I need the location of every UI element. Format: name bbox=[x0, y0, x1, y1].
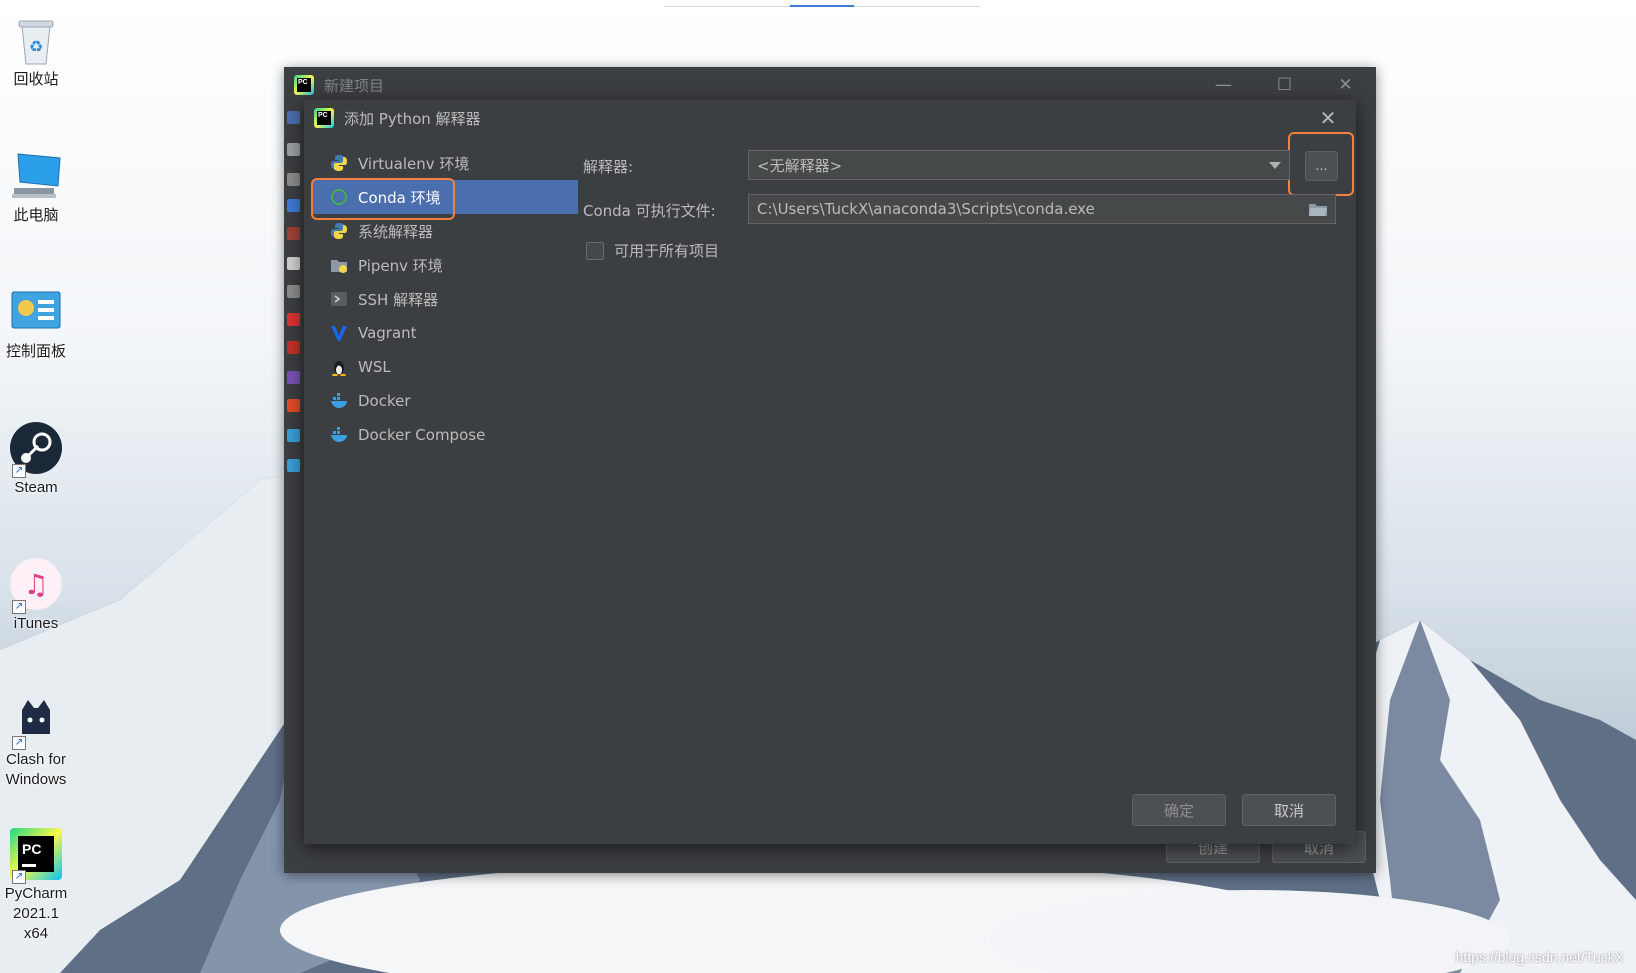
maximize-button[interactable]: ☐ bbox=[1254, 67, 1315, 103]
conda-icon bbox=[330, 188, 348, 206]
conda-exe-label: Conda 可执行文件: bbox=[583, 202, 716, 220]
make-available-label: 可用于所有项目 bbox=[614, 242, 720, 260]
conda-exe-value: C:\Users\TuckX\anaconda3\Scripts\conda.e… bbox=[757, 200, 1095, 218]
dialog-close-button[interactable]: ✕ bbox=[1314, 104, 1342, 132]
make-available-checkbox[interactable] bbox=[586, 241, 604, 260]
menu-item-ssh[interactable]: SSH 解释器 bbox=[312, 282, 578, 316]
svg-text:♻: ♻ bbox=[29, 37, 43, 56]
menu-item-label: Conda 环境 bbox=[358, 188, 441, 207]
menu-item-docker-compose[interactable]: Docker Compose bbox=[312, 418, 578, 452]
html5-icon[interactable] bbox=[287, 399, 300, 412]
shortcut-arrow-icon: ↗ bbox=[12, 600, 26, 614]
interpreter-combobox-value: <无解释器> bbox=[757, 156, 843, 175]
desktop-icon-this-pc[interactable]: 此电脑 bbox=[0, 148, 72, 226]
angular-cli-icon[interactable] bbox=[287, 313, 300, 326]
interpreter-combobox[interactable]: <无解释器> bbox=[748, 150, 1290, 180]
browser-tab-indicator bbox=[790, 5, 854, 7]
computer-icon bbox=[8, 148, 64, 204]
desktop-icon-pycharm[interactable]: PC ↗ PyCharm 2021.1 x64 bbox=[0, 826, 72, 944]
desktop-icon-label: 回收站 bbox=[13, 71, 59, 88]
menu-item-virtualenv[interactable]: Virtualenv 环境 bbox=[312, 146, 578, 180]
desktop-icon-clash[interactable]: ↗ Clash for Windows bbox=[0, 692, 72, 790]
react-native-icon[interactable] bbox=[287, 459, 300, 472]
pycharm-logo-icon: PC bbox=[314, 108, 334, 128]
menu-item-system-interpreter[interactable]: 系统解释器 bbox=[312, 214, 578, 248]
menu-item-conda[interactable]: Conda 环境 bbox=[312, 180, 578, 214]
docker-icon bbox=[330, 392, 348, 410]
dialog-button-bar: 确定 取消 bbox=[1132, 794, 1336, 826]
python-project-icon[interactable] bbox=[287, 111, 300, 124]
menu-item-pipenv[interactable]: Pipenv 环境 bbox=[312, 248, 578, 282]
interpreter-label: 解释器: bbox=[583, 158, 634, 176]
desktop-icon-label: 控制面板 bbox=[5, 343, 66, 360]
desktop-icon-itunes[interactable]: ♫ ↗ iTunes bbox=[0, 556, 72, 634]
python-icon bbox=[330, 222, 348, 240]
itunes-icon: ♫ ↗ bbox=[8, 556, 64, 614]
desktop-icon-label: 此电脑 bbox=[13, 207, 59, 224]
control-panel-icon bbox=[8, 284, 64, 340]
menu-item-label: WSL bbox=[358, 358, 391, 376]
minimize-button[interactable]: — bbox=[1193, 67, 1254, 103]
django-icon[interactable] bbox=[287, 143, 300, 156]
svg-text:♫: ♫ bbox=[23, 568, 48, 601]
flask-icon[interactable] bbox=[287, 173, 300, 186]
folder-icon[interactable] bbox=[1309, 203, 1327, 216]
menu-item-label: Pipenv 环境 bbox=[358, 256, 443, 275]
recycle-bin-icon: ♻ bbox=[8, 12, 64, 68]
bootstrap-icon[interactable] bbox=[287, 371, 300, 384]
close-button[interactable]: ✕ bbox=[1315, 67, 1376, 103]
python-icon bbox=[330, 154, 348, 172]
shortcut-arrow-icon: ↗ bbox=[12, 464, 26, 478]
window-title: 新建项目 bbox=[324, 76, 385, 95]
menu-item-label: Docker Compose bbox=[358, 426, 486, 444]
docker-icon bbox=[330, 426, 348, 444]
pyramid-icon[interactable] bbox=[287, 227, 300, 240]
steam-icon: ↗ bbox=[8, 420, 64, 478]
menu-item-label: 系统解释器 bbox=[358, 222, 434, 241]
browse-interpreter-button[interactable]: ... bbox=[1305, 151, 1338, 181]
desktop-icon-steam[interactable]: ↗ Steam bbox=[0, 420, 72, 498]
dialog-title: 添加 Python 解释器 bbox=[344, 109, 481, 128]
window-controls: — ☐ ✕ bbox=[1193, 67, 1376, 103]
project-type-sidebar bbox=[284, 103, 304, 873]
svg-text:PC: PC bbox=[22, 841, 41, 857]
scientific-icon[interactable] bbox=[287, 285, 300, 298]
linux-icon bbox=[330, 358, 348, 376]
web2py-icon[interactable] bbox=[287, 257, 300, 270]
terminal-icon bbox=[330, 290, 348, 308]
fastapi-icon[interactable] bbox=[287, 199, 300, 212]
pycharm-logo-icon: PC bbox=[294, 75, 314, 95]
menu-item-docker[interactable]: Docker bbox=[312, 384, 578, 418]
desktop-icon-label: PyCharm 2021.1 x64 bbox=[4, 885, 68, 942]
watermark-text: https://blog.csdn.net/TuckX bbox=[1455, 949, 1624, 965]
cancel-button[interactable]: 取消 bbox=[1242, 794, 1336, 826]
menu-item-label: Docker bbox=[358, 392, 411, 410]
menu-item-label: Vagrant bbox=[358, 324, 417, 342]
pycharm-icon: PC ↗ bbox=[8, 826, 64, 884]
shortcut-arrow-icon: ↗ bbox=[12, 870, 26, 884]
desktop-icon-label: iTunes bbox=[13, 615, 59, 632]
conda-exe-field[interactable]: C:\Users\TuckX\anaconda3\Scripts\conda.e… bbox=[748, 194, 1336, 224]
react-icon[interactable] bbox=[287, 429, 300, 442]
menu-item-wsl[interactable]: WSL bbox=[312, 350, 578, 384]
shortcut-arrow-icon: ↗ bbox=[12, 736, 26, 750]
desktop-icon-label: Steam bbox=[14, 479, 58, 496]
desktop-icon-control-panel[interactable]: 控制面板 bbox=[0, 284, 72, 362]
angularjs-icon[interactable] bbox=[287, 341, 300, 354]
dialog-titlebar: PC 添加 Python 解释器 ✕ bbox=[304, 100, 1356, 136]
menu-item-label: Virtualenv 环境 bbox=[358, 154, 470, 173]
desktop-icon-recycle-bin[interactable]: ♻ 回收站 bbox=[0, 12, 72, 90]
pipenv-icon bbox=[330, 256, 348, 274]
desktop-icon-label: Clash for Windows bbox=[5, 751, 67, 788]
menu-item-label: SSH 解释器 bbox=[358, 290, 439, 309]
chevron-down-icon[interactable] bbox=[1269, 162, 1281, 169]
add-interpreter-dialog: PC 添加 Python 解释器 ✕ Virtualenv 环境 Conda 环… bbox=[304, 100, 1356, 844]
menu-item-vagrant[interactable]: Vagrant bbox=[312, 316, 578, 350]
vagrant-icon bbox=[330, 324, 348, 342]
clash-icon: ↗ bbox=[8, 692, 64, 750]
ok-button[interactable]: 确定 bbox=[1132, 794, 1226, 826]
make-available-row[interactable]: 可用于所有项目 bbox=[586, 240, 719, 261]
interpreter-type-list: Virtualenv 环境 Conda 环境 系统解释器 Pipenv 环境 S… bbox=[312, 146, 578, 452]
